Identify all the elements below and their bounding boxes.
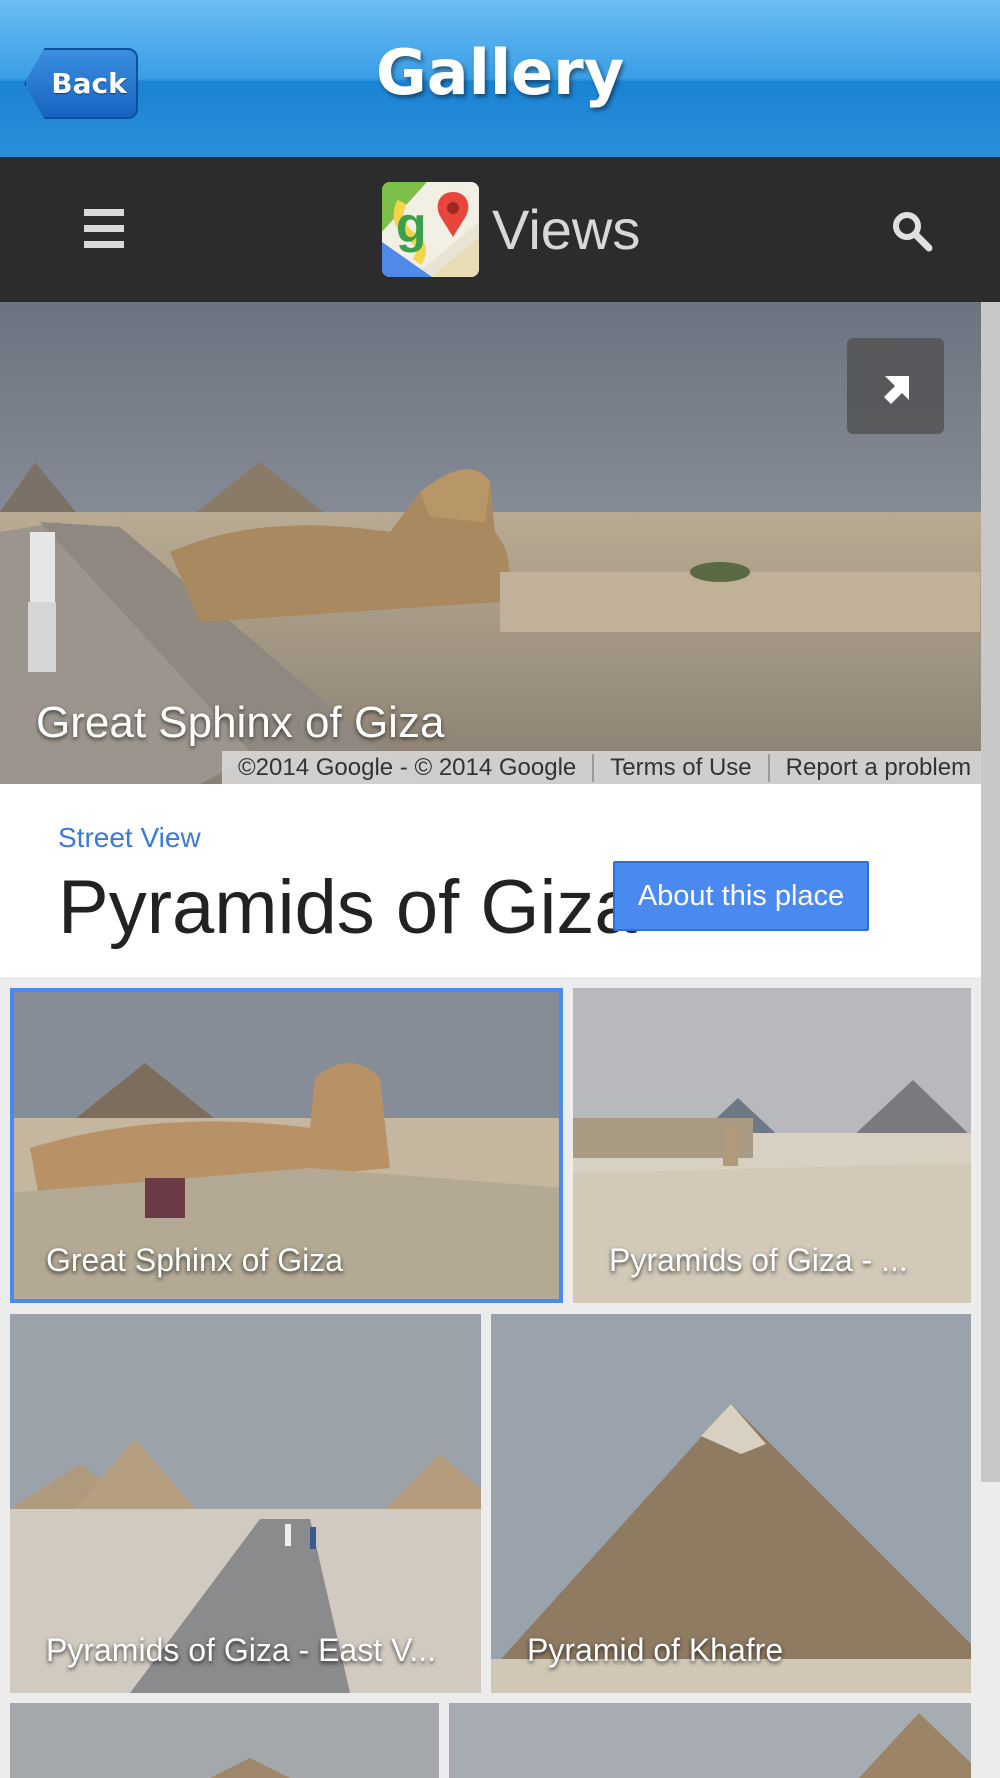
menu-icon[interactable] <box>84 209 124 249</box>
search-icon[interactable] <box>890 209 934 253</box>
thumbnail-tile[interactable] <box>449 1703 971 1778</box>
place-category[interactable]: Street View <box>58 822 201 854</box>
copyright-text: ©2014 Google - © 2014 Google <box>222 753 595 782</box>
place-title: Pyramids of Giza <box>58 865 637 950</box>
thumbnail-tile[interactable]: Pyramids of Giza - East V... <box>10 1314 481 1693</box>
expand-button[interactable] <box>847 338 944 434</box>
expand-arrow-icon <box>884 376 909 404</box>
report-problem-link[interactable]: Report a problem <box>770 754 981 782</box>
terms-of-use-link[interactable]: Terms of Use <box>594 753 770 782</box>
gallery-title: Gallery <box>375 36 625 109</box>
thumbnail-caption: Great Sphinx of Giza <box>46 1242 344 1278</box>
thumbnail-caption: Pyramids of Giza - East V... <box>46 1632 437 1668</box>
thumbnail-tile[interactable]: Great Sphinx of Giza <box>10 988 563 1303</box>
app-title: Views <box>492 198 641 261</box>
about-place-button[interactable]: About this place <box>613 861 869 931</box>
thumbnail-tile[interactable] <box>10 1703 439 1778</box>
svg-text:g: g <box>396 197 427 253</box>
map-attribution-bar: ©2014 Google - © 2014 Google Terms of Us… <box>222 751 981 784</box>
gallery-header: Back Gallery <box>0 0 1000 157</box>
scrollbar[interactable] <box>981 302 1000 1482</box>
hero-caption: Great Sphinx of Giza <box>36 698 445 747</box>
app-bar: g Views <box>0 157 1000 302</box>
pyramid-thumbnail-image <box>10 1703 439 1778</box>
google-maps-icon: g <box>382 182 479 277</box>
thumbnail-tile[interactable]: Pyramid of Khafre <box>491 1314 971 1693</box>
thumbnail-caption: Pyramids of Giza - ... <box>609 1242 908 1278</box>
place-info-panel: Street View Pyramids of Giza About this … <box>0 784 981 977</box>
pyramid-thumbnail-image <box>449 1703 971 1778</box>
street-view-panorama[interactable]: Great Sphinx of Giza ©2014 Google - © 20… <box>0 302 981 784</box>
thumbnail-tile[interactable]: Pyramids of Giza - ... <box>573 988 971 1303</box>
thumbnail-caption: Pyramid of Khafre <box>527 1632 784 1668</box>
